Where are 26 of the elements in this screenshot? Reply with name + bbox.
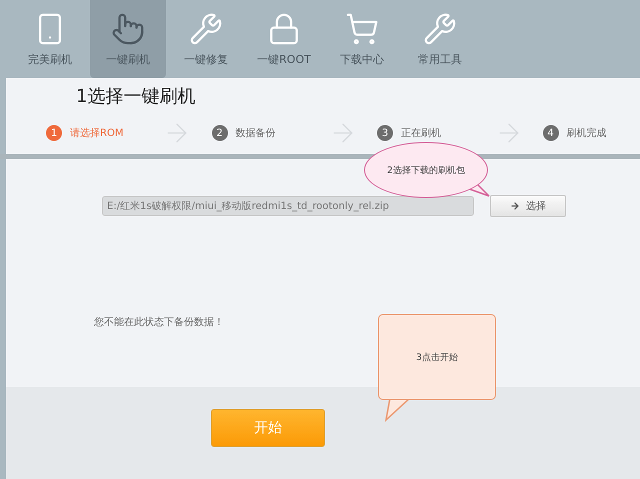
pointer-icon [111, 12, 145, 46]
cart-icon [345, 12, 379, 46]
start-button[interactable]: 开始 [211, 409, 325, 447]
arrow-icon [510, 201, 520, 211]
step-label: 请选择ROM [70, 126, 124, 140]
toolbar-tab[interactable]: 常用工具 [402, 0, 478, 78]
page-heading: 1选择一键刷机 [76, 85, 196, 108]
wrench-icon [189, 12, 223, 46]
wrench-icon [423, 12, 457, 46]
lock-icon [267, 12, 301, 46]
step-label: 正在刷机 [401, 126, 442, 140]
toolbar-tab[interactable]: 下载中心 [324, 0, 400, 78]
notice-text: 您不能在此状态下备份数据！ [94, 316, 225, 329]
step-number: 3 [377, 125, 394, 141]
step-number: 1 [46, 125, 62, 141]
rom-path-field[interactable]: E:/红米1s破解权限/miui_移动版redmi1s_td_rootonly_rel.zip [102, 196, 474, 216]
callout-bubble: 3点击开始 [378, 314, 496, 400]
toolbar-tab[interactable]: 一键刷机 [90, 0, 166, 78]
step-number: 2 [212, 125, 228, 141]
toolbar-tab[interactable]: 一键ROOT [246, 0, 322, 78]
step-label: 刷机完成 [566, 126, 607, 140]
choose-button[interactable]: 选择 [490, 195, 566, 217]
toolbar-tab[interactable]: 一键修复 [168, 0, 244, 78]
toolbar-tab[interactable]: 完美刷机 [12, 0, 88, 78]
step-number: 4 [542, 125, 559, 141]
step-label: 数据备份 [236, 127, 276, 140]
